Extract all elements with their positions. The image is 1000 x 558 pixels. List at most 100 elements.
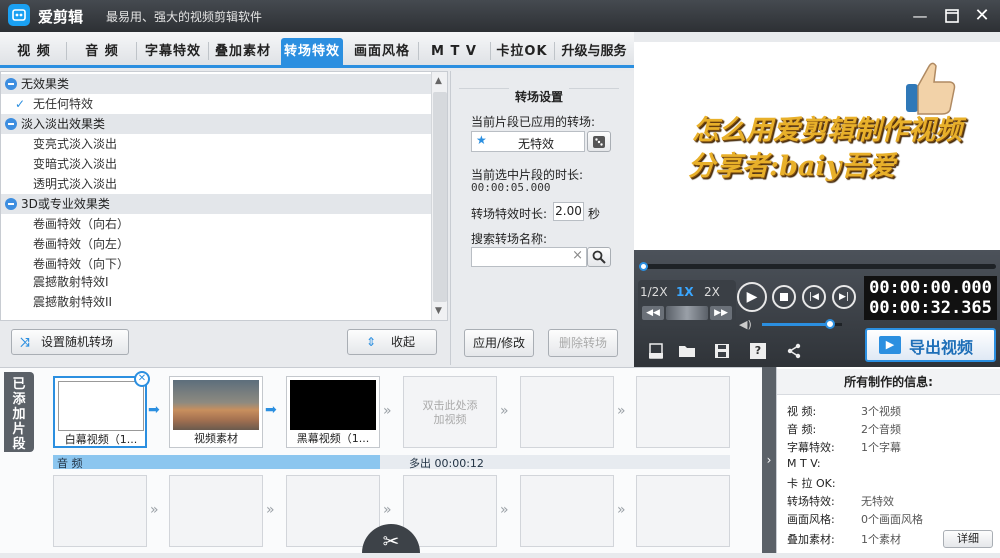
stop-icon[interactable] — [772, 285, 796, 309]
next-frame-icon[interactable]: ▶| — [832, 285, 856, 309]
speed-normal[interactable]: 1X — [676, 285, 694, 299]
new-project-icon[interactable] — [648, 343, 664, 362]
tab-style[interactable]: 画面风格 — [348, 38, 416, 65]
tab-transition[interactable]: 转场特效 — [281, 38, 343, 65]
list-item[interactable]: 卷画特效（向左） — [1, 234, 431, 254]
list-scrollbar[interactable]: ▲ ▼ — [431, 72, 447, 320]
transition-arrow-icon[interactable]: ➡ — [148, 402, 160, 418]
tab-karaoke[interactable]: 卡拉OK — [492, 38, 552, 65]
list-item[interactable]: 震撼散射特效II — [1, 292, 431, 312]
list-item[interactable]: 变暗式淡入淡出 — [1, 154, 431, 174]
collapse-icon[interactable] — [5, 118, 17, 130]
search-input[interactable]: × — [471, 247, 587, 267]
check-icon: ✓ — [15, 97, 26, 111]
apply-button[interactable]: 应用/修改 — [464, 329, 534, 357]
list-item[interactable]: 透明式淡入淡出 — [1, 174, 431, 194]
list-item[interactable]: 震撼散射特效I — [1, 272, 431, 292]
collapse-arrows-icon: ⇕ — [366, 335, 377, 349]
list-item[interactable]: 卷画特效（向右） — [1, 214, 431, 234]
info-row-subtitle: 字幕特效: 1个字幕 — [787, 441, 901, 454]
tab-video[interactable]: 视 频 — [4, 38, 64, 65]
empty-slot[interactable] — [169, 475, 263, 547]
clear-icon[interactable]: × — [572, 248, 583, 263]
add-video-slot[interactable]: 双击此处添加视频 — [403, 376, 497, 448]
empty-slot[interactable] — [53, 475, 147, 547]
help-icon[interactable]: ? — [750, 343, 766, 359]
audio-overflow-note: 多出 00:00:12 — [409, 457, 484, 470]
empty-slot[interactable] — [520, 376, 614, 448]
clip-video[interactable]: 视频素材 — [169, 376, 263, 448]
expand-panel-icon[interactable]: › — [762, 367, 776, 553]
clip-black[interactable]: 黑幕视频（1... — [286, 376, 380, 448]
clip-thumbnail — [173, 380, 259, 430]
list-item[interactable]: ✓ 无任何特效 — [1, 94, 431, 114]
delete-transition-button[interactable]: 删除转场 — [548, 329, 618, 357]
collapse-icon[interactable] — [5, 78, 17, 90]
tab-upgrade[interactable]: 升级与服务 — [556, 38, 632, 65]
speed-double[interactable]: 2X — [704, 285, 720, 299]
volume-fill — [762, 323, 830, 326]
export-video-button[interactable]: ▶ 导出视频 — [865, 328, 996, 362]
audio-clip[interactable] — [53, 455, 380, 469]
transition-placeholder-icon: » — [383, 502, 391, 518]
transition-arrow-icon[interactable]: ➡ — [265, 402, 277, 418]
tab-overlay[interactable]: 叠加素材 — [210, 38, 276, 65]
effect-duration-input[interactable]: 2.00 — [553, 202, 584, 221]
open-folder-icon[interactable] — [678, 343, 696, 362]
tab-audio[interactable]: 音 频 — [70, 38, 134, 65]
applied-transition-field[interactable]: ★ 无特效 — [471, 131, 585, 152]
search-icon[interactable] — [587, 247, 611, 267]
seek-handle[interactable] — [639, 262, 648, 271]
list-category[interactable]: 无效果类 — [1, 74, 431, 94]
transition-settings-panel: 转场设置 当前片段已应用的转场: ★ 无特效 当前选中片段的时长: 00:00:… — [450, 71, 633, 365]
speed-half[interactable]: 1/2X — [640, 285, 668, 299]
transition-placeholder-icon: » — [617, 502, 625, 518]
scroll-thumb[interactable] — [433, 92, 447, 302]
info-row-karaoke: 卡 拉 OK: — [787, 477, 836, 490]
tab-mtv[interactable]: M T V — [420, 38, 488, 65]
scroll-up-icon[interactable]: ▲ — [435, 76, 442, 86]
jog-wheel[interactable] — [666, 306, 708, 320]
fast-forward-icon[interactable]: ▶▶ — [710, 306, 732, 320]
effect-duration-unit: 秒 — [588, 207, 601, 221]
settings-dice-icon[interactable] — [587, 131, 611, 152]
empty-slot[interactable] — [636, 376, 730, 448]
rewind-icon[interactable]: ◀◀ — [642, 306, 664, 320]
list-category[interactable]: 3D或专业效果类 — [1, 194, 431, 214]
seek-bar[interactable] — [642, 264, 996, 269]
scroll-down-icon[interactable]: ▼ — [435, 306, 442, 316]
main-tab-bar: 视 频 音 频 字幕特效 叠加素材 转场特效 画面风格 M T V 卡拉OK 升… — [0, 32, 634, 68]
list-item[interactable]: 卷画特效（向下） — [1, 254, 431, 274]
empty-slot[interactable] — [403, 475, 497, 547]
empty-slot[interactable] — [520, 475, 614, 547]
added-clips-label: 已添加片段 — [4, 372, 34, 452]
collapse-button[interactable]: ⇕ 收起 — [347, 329, 437, 355]
share-icon[interactable] — [786, 343, 802, 362]
app-logo-icon — [8, 4, 30, 26]
maximize-icon[interactable] — [942, 6, 962, 26]
volume-handle[interactable] — [825, 319, 835, 329]
transition-placeholder-icon: » — [383, 403, 391, 419]
previous-frame-icon[interactable]: |◀ — [802, 285, 826, 309]
transition-placeholder-icon: » — [266, 502, 274, 518]
list-category[interactable]: 淡入淡出效果类 — [1, 114, 431, 134]
remove-clip-icon[interactable]: ✕ — [134, 371, 150, 387]
info-row-video: 视 频: 3个视频 — [787, 405, 901, 418]
transition-placeholder-icon: » — [500, 403, 508, 419]
collapse-icon[interactable] — [5, 198, 17, 210]
tab-subtitle[interactable]: 字幕特效 — [140, 38, 206, 65]
audio-track[interactable]: 音 频 多出 00:00:12 — [53, 455, 730, 470]
timecode-display: 00:00:00.000 00:00:32.365 — [864, 276, 997, 320]
close-icon[interactable]: ✕ — [972, 6, 992, 26]
save-icon[interactable] — [714, 343, 730, 362]
empty-slot[interactable] — [636, 475, 730, 547]
clip-white[interactable]: 白幕视频（1... — [53, 376, 147, 448]
random-transition-button[interactable]: ⤨ 设置随机转场 — [11, 329, 129, 355]
detail-button[interactable]: 详细 — [943, 530, 993, 548]
play-icon[interactable]: ▶ — [737, 282, 767, 312]
minimize-icon[interactable]: — — [910, 6, 930, 26]
speed-group: 1/2X 1X 2X ◀◀ ▶▶ — [638, 280, 736, 326]
current-time: 00:00:00.000 — [869, 278, 992, 298]
list-item[interactable]: 变亮式淡入淡出 — [1, 134, 431, 154]
volume-icon[interactable]: ◀) — [739, 318, 752, 331]
